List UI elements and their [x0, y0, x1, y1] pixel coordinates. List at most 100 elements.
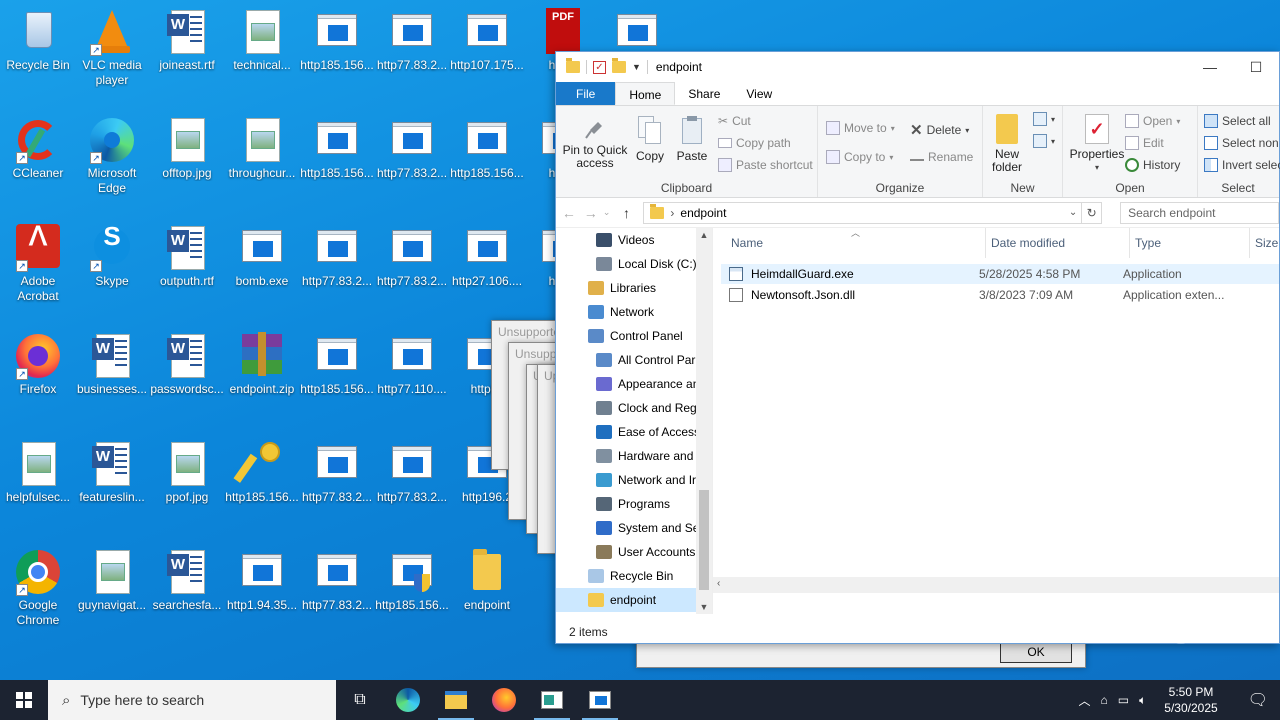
desktop-icon[interactable]: guynavigat... [74, 544, 150, 613]
taskbar-file-explorer-button[interactable] [432, 680, 480, 720]
pin-quick-access-button[interactable]: Pin to Quick access [562, 116, 628, 170]
desktop-icon[interactable]: ↗ CCleaner [0, 112, 76, 181]
desktop-icon[interactable]: http185.156... [374, 544, 450, 613]
desktop-icon[interactable]: http27.106.... [449, 220, 525, 289]
desktop-icon[interactable]: http77.83.2... [299, 220, 375, 289]
tab-share[interactable]: Share [675, 82, 733, 105]
back-arrow-icon[interactable]: ← [556, 205, 582, 221]
desktop-icon[interactable]: http77.83.2... [374, 4, 450, 73]
horizontal-scrollbar[interactable]: ‹ [713, 577, 1279, 593]
scroll-up-icon[interactable]: ▲ [696, 230, 712, 240]
address-dropdown-icon[interactable]: ⌄ [1069, 207, 1081, 218]
desktop-icon[interactable]: http185.156... [299, 112, 375, 181]
easy-access-button[interactable]: ▾ [1033, 134, 1055, 148]
new-folder-button[interactable]: New folder [987, 114, 1027, 174]
copy-to-button[interactable]: Copy to ▾ [826, 150, 893, 164]
taskbar-search-box[interactable]: ⌕ Type here to search [48, 680, 336, 720]
scroll-down-icon[interactable]: ▼ [696, 602, 712, 612]
desktop-icon[interactable]: Wbusinesses... [74, 328, 150, 397]
nav-item[interactable]: Appearance an [556, 372, 696, 396]
clock[interactable]: 5:50 PM 5/30/2025 [1156, 684, 1225, 716]
tab-home[interactable]: Home [615, 82, 676, 105]
properties-button[interactable]: ✓ Properties ▾ [1069, 114, 1125, 174]
desktop-icon[interactable]: ↗ VLC media player [74, 4, 150, 88]
desktop-icon[interactable]: http77.83.2... [299, 436, 375, 505]
column-type[interactable]: Type [1135, 236, 1161, 250]
start-button[interactable] [0, 680, 48, 720]
desktop-icon[interactable]: Wsearchesfa... [149, 544, 225, 613]
desktop-icon[interactable]: http77.83.2... [374, 436, 450, 505]
file-row[interactable]: Newtonsoft.Json.dll 3/8/2023 7:09 AM Appli… [721, 285, 1279, 305]
new-item-button[interactable]: ▾ [1033, 112, 1055, 126]
desktop-icon[interactable]: http107.175... [449, 4, 525, 73]
desktop-icon[interactable]: endpoint [449, 544, 525, 613]
paste-shortcut-button[interactable]: Paste shortcut [718, 158, 813, 172]
move-to-button[interactable]: Move to ▾ [826, 121, 895, 135]
show-hidden-icons-icon[interactable]: ︿ [1078, 692, 1090, 709]
desktop-icon[interactable]: technical... [224, 4, 300, 73]
desktop-icon[interactable]: ppof.jpg [149, 436, 225, 505]
desktop-icon[interactable]: http1.94.35... [224, 544, 300, 613]
notification-icon[interactable]: 🗨︎ [1236, 690, 1280, 710]
nav-item[interactable]: User Accounts [556, 540, 696, 564]
column-name[interactable]: Name [731, 236, 763, 250]
column-separator[interactable] [1249, 228, 1250, 258]
copy-path-button[interactable]: Copy path [718, 136, 791, 150]
desktop-icon[interactable]: Wfeatureslin... [74, 436, 150, 505]
desktop-icon[interactable]: http185.156... [299, 4, 375, 73]
nav-item[interactable]: Control Panel [556, 324, 696, 348]
nav-item[interactable]: endpoint [556, 588, 696, 612]
desktop-icon[interactable]: bomb.exe [224, 220, 300, 289]
address-bar[interactable]: › endpoint ⌄ [643, 201, 1083, 224]
file-row[interactable]: HeimdallGuard.exe 5/28/2025 4:58 PM Applic… [721, 264, 1279, 284]
taskbar-edge-button[interactable] [384, 680, 432, 720]
desktop-icon[interactable]: http185.156... [449, 112, 525, 181]
breadcrumb-endpoint[interactable]: endpoint [680, 206, 726, 220]
desktop-icon[interactable]: Woutputh.rtf [149, 220, 225, 289]
copy-button[interactable]: Copy [630, 116, 670, 163]
desktop-icon[interactable]: offtop.jpg [149, 112, 225, 181]
history-button[interactable]: History [1125, 158, 1180, 172]
nav-item[interactable]: System and Sec [556, 516, 696, 540]
taskbar-firefox-button[interactable] [480, 680, 528, 720]
desktop-icon[interactable]: http77.83.2... [374, 112, 450, 181]
task-view-button[interactable]: ⧉ [336, 680, 384, 720]
customize-dropdown-icon[interactable]: ▼ [632, 62, 641, 72]
delete-button[interactable]: ✕ Delete ▾ [910, 121, 969, 139]
refresh-icon[interactable]: ↻ [1082, 201, 1103, 224]
scroll-left-icon[interactable]: ‹ [717, 578, 720, 589]
device-icon[interactable]: ⌂ [1101, 693, 1108, 707]
desktop-icon[interactable]: Wjoineast.rtf [149, 4, 225, 73]
forward-arrow-icon[interactable]: → [582, 205, 600, 221]
properties-check-icon[interactable]: ✓ [593, 60, 606, 74]
column-separator[interactable] [985, 228, 986, 258]
cut-button[interactable]: ✂ Cut [718, 114, 751, 128]
desktop-icon[interactable]: http185.156... [224, 436, 300, 505]
scroll-thumb[interactable] [699, 490, 709, 590]
taskbar-app-button-1[interactable] [528, 680, 576, 720]
desktop-icon[interactable]: ↗ Google Chrome [0, 544, 76, 628]
desktop-icon[interactable]: ↗ Microsoft Edge [74, 112, 150, 196]
desktop-icon[interactable]: http185.156... [299, 328, 375, 397]
desktop-icon[interactable]: helpfulsec... [0, 436, 76, 505]
nav-item[interactable]: Hardware and [556, 444, 696, 468]
desktop-icon[interactable]: ᐱ ↗ Adobe Acrobat [0, 220, 76, 304]
desktop-icon[interactable]: Wpasswordsc... [149, 328, 225, 397]
volume-icon[interactable]: 🔈︎ [1139, 693, 1146, 708]
recent-locations-icon[interactable]: ⌄ [600, 207, 614, 218]
desktop-icon[interactable]: ↗ Firefox [0, 328, 76, 397]
nav-item[interactable]: Programs [556, 492, 696, 516]
up-arrow-icon[interactable]: ↑ [614, 205, 640, 221]
nav-item[interactable]: All Control Par [556, 348, 696, 372]
desktop-icon[interactable]: S ↗ Skype [74, 220, 150, 289]
column-size[interactable]: Size [1255, 236, 1278, 250]
navigation-scrollbar[interactable]: ▲ ▼ [696, 228, 712, 614]
taskbar-app-button-2[interactable] [576, 680, 624, 720]
nav-item[interactable]: Videos [556, 228, 696, 252]
maximize-icon[interactable]: ☐ [1233, 59, 1279, 76]
tab-file[interactable]: File [556, 82, 616, 105]
desktop-icon[interactable]: throughcur... [224, 112, 300, 181]
desktop-icon[interactable]: Recycle Bin [0, 4, 76, 73]
desktop-icon[interactable]: endpoint.zip [224, 328, 300, 397]
nav-item[interactable]: Network [556, 300, 696, 324]
